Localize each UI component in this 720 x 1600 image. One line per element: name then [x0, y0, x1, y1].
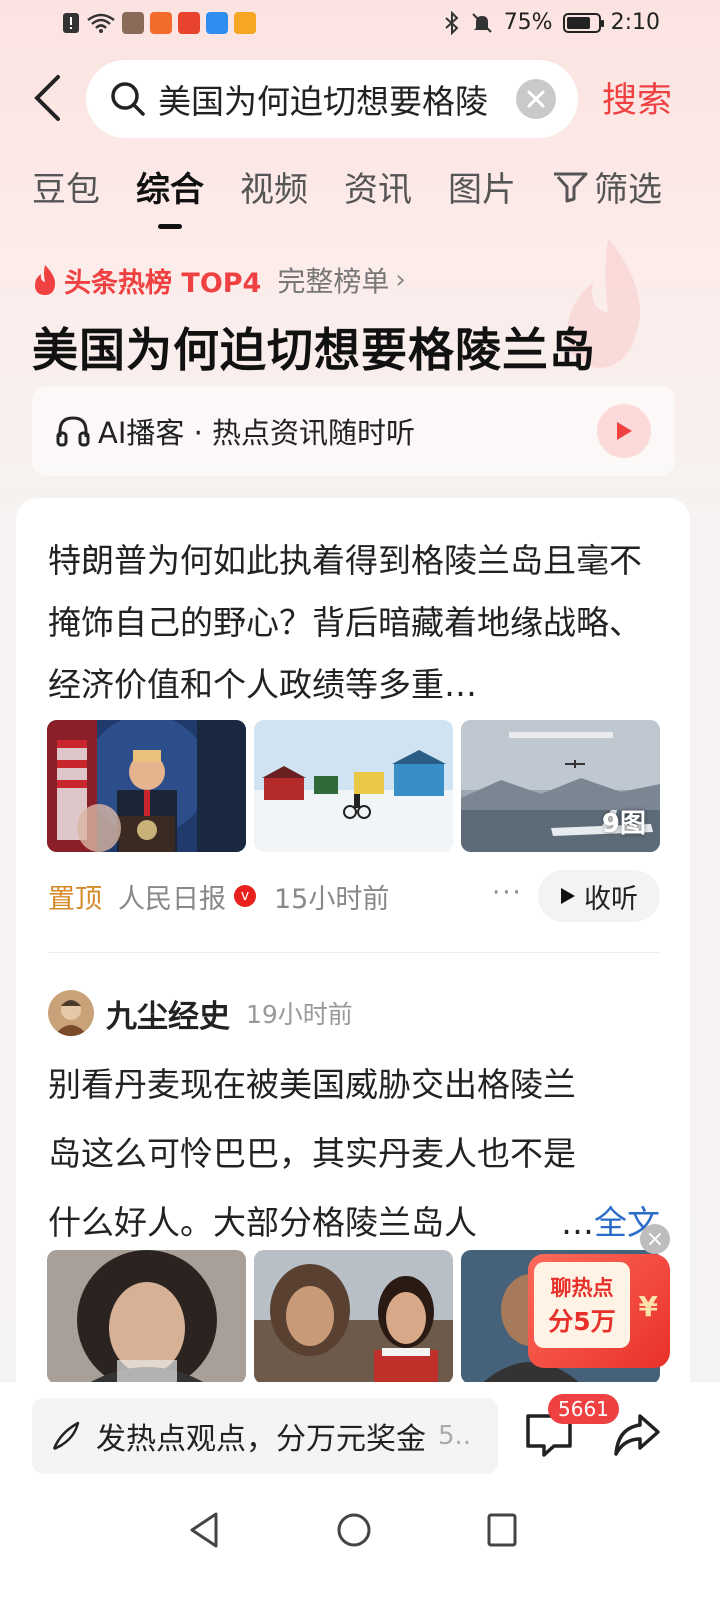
more-options-button[interactable]: ··· [492, 878, 523, 908]
nav-recent-icon[interactable] [486, 1512, 518, 1548]
close-icon [527, 90, 545, 108]
chevron-right-icon: › [395, 265, 406, 295]
divider [48, 952, 660, 953]
avatar[interactable] [48, 990, 94, 1036]
play-icon [561, 888, 575, 904]
search-input[interactable]: 美国为何迫切想要格陵 [86, 60, 578, 138]
pen-icon [52, 1421, 80, 1451]
promo-line2: 分5万 [548, 1307, 616, 1336]
search-icon [111, 82, 145, 116]
mute-icon [471, 12, 492, 33]
article-image-greenland-village[interactable] [254, 720, 453, 852]
clear-search-button[interactable] [516, 79, 556, 119]
page-title: 美国为何迫切想要格陵兰岛 [32, 323, 596, 377]
ellipsis: … [561, 1203, 594, 1242]
article-time: 15小时前 [274, 883, 390, 915]
tab-comprehensive[interactable]: 综合 [136, 162, 204, 229]
article-meta: 置顶 人民日报 v 15小时前 ··· 收听 [48, 870, 660, 922]
post-time: 19小时前 [246, 1000, 353, 1029]
post-line: 别看丹麦现在被美国威胁交出格陵兰 [48, 1065, 576, 1104]
nav-home-icon[interactable] [336, 1510, 372, 1550]
full-list-link[interactable]: 完整榜单 [277, 260, 389, 300]
tab-doubao[interactable]: 豆包 [32, 162, 100, 211]
tab-images[interactable]: 图片 [448, 162, 516, 211]
image-count-badge: 9图 [601, 809, 646, 839]
filter-icon [554, 172, 588, 202]
category-tabs: 豆包 综合 视频 资讯 图片 [32, 162, 552, 229]
author-name[interactable]: 九尘经史 [106, 991, 230, 1036]
close-promo-button[interactable]: × [640, 1224, 670, 1254]
headphones-icon [56, 416, 90, 447]
post-line-text: 什么好人。大部分格陵兰岛人 [48, 1203, 477, 1242]
red-packet-promo[interactable]: 聊热点 分5万 ¥ × [528, 1224, 670, 1368]
filter-button[interactable]: 筛选 [552, 162, 662, 211]
promo-card: 聊热点 分5万 [534, 1262, 630, 1348]
cloud-app-icon [206, 12, 228, 34]
share-icon[interactable] [612, 1412, 662, 1458]
ai-podcast-label: AI播客 · 热点资讯随时听 [98, 416, 416, 450]
listen-label: 收听 [584, 883, 638, 915]
hot-list-row[interactable]: 头条热榜 TOP4 完整榜单 › [32, 260, 406, 300]
battery-icon [562, 12, 604, 33]
article-source[interactable]: 人民日报 [118, 877, 226, 916]
article-image-aircraft[interactable]: 9图 [461, 720, 660, 852]
filter-label: 筛选 [594, 170, 662, 210]
pinned-badge: 置顶 [48, 883, 102, 915]
status-bar: 75% 2:10 [0, 0, 720, 48]
wifi-icon [87, 13, 115, 33]
post-image-inuit-people[interactable] [254, 1250, 453, 1384]
article-image-press-conference[interactable] [47, 720, 246, 852]
hot-list-label: 头条热榜 TOP4 [64, 267, 262, 299]
app-icon [178, 12, 200, 34]
podcast-play-button[interactable] [597, 404, 651, 458]
battery-percent: 75% [503, 10, 553, 35]
search-button[interactable]: 搜索 [602, 72, 672, 123]
post-author-row[interactable]: 九尘经史 19小时前 [48, 990, 353, 1036]
yen-icon: ¥ [638, 1290, 658, 1323]
comment-placeholder: 发热点观点，分万元奖金 [96, 1422, 426, 1457]
listen-button[interactable]: 收听 [538, 870, 660, 922]
back-button[interactable] [32, 70, 72, 126]
comment-input[interactable]: 发热点观点，分万元奖金 5.. [32, 1398, 498, 1474]
search-query: 美国为何迫切想要格陵 [158, 82, 488, 121]
clock: 2:10 [610, 10, 660, 35]
comment-count-badge: 5661 [548, 1394, 619, 1424]
sim-alert-icon [63, 13, 79, 33]
system-nav-bar [0, 1500, 720, 1600]
post-image-woman[interactable] [47, 1250, 246, 1384]
nav-back-icon[interactable] [188, 1510, 220, 1550]
flame-icon [35, 265, 56, 295]
play-icon [617, 422, 632, 440]
notification-icons [62, 12, 256, 34]
app-icon [150, 12, 172, 34]
verified-icon: v [234, 885, 256, 907]
ai-podcast-bar[interactable]: AI播客 · 热点资讯随时听 [32, 386, 675, 476]
battery-level [566, 16, 590, 29]
comment-extra: 5.. [438, 1421, 472, 1451]
post-line: 岛这么可怜巴巴，其实丹麦人也不是 [48, 1134, 576, 1173]
chevron-left-icon [34, 75, 60, 121]
bluetooth-icon [445, 10, 459, 35]
tab-news[interactable]: 资讯 [344, 162, 412, 211]
article-images[interactable]: 9图 [47, 720, 660, 852]
tab-video[interactable]: 视频 [240, 162, 308, 211]
article-summary[interactable]: 特朗普为何如此执着得到格陵兰岛且毫不掩饰自己的野心？背后暗藏着地缘战略、经济价值… [48, 530, 648, 716]
app-icon [122, 12, 144, 34]
post-body[interactable]: 别看丹麦现在被美国威胁交出格陵兰 岛这么可怜巴巴，其实丹麦人也不是 什么好人。大… [48, 1050, 660, 1257]
video-app-icon [234, 12, 256, 34]
promo-line1: 聊热点 [550, 1276, 614, 1300]
